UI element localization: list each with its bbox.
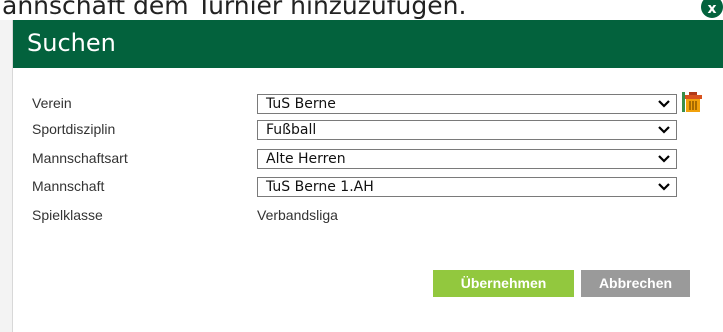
mannschaft-select[interactable]: TuS Berne 1.AH (257, 177, 677, 197)
verein-select[interactable]: TuS Berne (257, 94, 677, 114)
mannschaftsart-select[interactable]: Alte Herren (257, 149, 677, 169)
mannschaftsart-value: Alte Herren (266, 151, 346, 167)
mannschaft-value: TuS Berne 1.AH (266, 179, 374, 195)
chevron-down-icon (658, 183, 670, 191)
search-dialog: Suchen Verein TuS Berne Sportdisziplin F… (12, 20, 723, 332)
trash-icon[interactable] (681, 90, 705, 114)
dialog-titlebar: Suchen (13, 20, 723, 68)
field-row-sportdisziplin: Sportdisziplin Fußball (13, 118, 723, 142)
verein-label: Verein (32, 95, 72, 111)
spielklasse-label: Spielklasse (32, 207, 103, 223)
abbrechen-button[interactable]: Abbrechen (581, 270, 690, 297)
chevron-down-icon (658, 126, 670, 134)
chevron-down-icon (658, 155, 670, 163)
spielklasse-value: Verbandsliga (257, 207, 338, 223)
verein-value: TuS Berne (266, 96, 336, 112)
sportdisziplin-select[interactable]: Fußball (257, 120, 677, 140)
mannschaft-label: Mannschaft (32, 178, 105, 194)
chevron-down-icon (658, 100, 670, 108)
sportdisziplin-label: Sportdisziplin (32, 121, 116, 137)
ubernehmen-button[interactable]: Übernehmen (433, 270, 574, 297)
field-row-spielklasse: Spielklasse Verbandsliga (13, 204, 723, 228)
dialog-title: Suchen (27, 29, 116, 57)
sportdisziplin-value: Fußball (266, 122, 317, 138)
field-row-verein: Verein TuS Berne (13, 92, 723, 116)
field-row-mannschaft: Mannschaft TuS Berne 1.AH (13, 175, 723, 199)
close-icon[interactable]: x (699, 0, 723, 20)
field-row-mannschaftsart: Mannschaftsart Alte Herren (13, 147, 723, 171)
background-heading-text: annschaft dem Turnier hinzuzufügen. (2, 0, 467, 20)
mannschaftsart-label: Mannschaftsart (32, 150, 128, 166)
